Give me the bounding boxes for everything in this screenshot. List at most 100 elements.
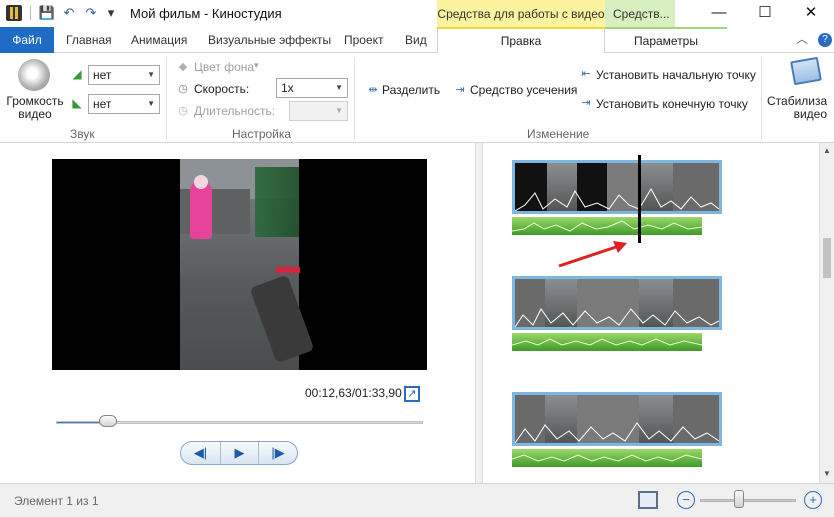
audio-track-1[interactable] [512, 217, 702, 235]
fade-out-value: нет [93, 97, 112, 111]
close-button[interactable]: ✕ [788, 0, 834, 27]
scrollbar-thumb[interactable] [823, 238, 831, 278]
split-button[interactable]: Разделить [382, 83, 440, 97]
speed-icon: ◷ [178, 83, 188, 95]
seek-bar-thumb[interactable] [99, 415, 117, 427]
group-separator [166, 57, 167, 139]
fade-in-select[interactable]: нет ▼ [88, 65, 160, 85]
preview-pane: 00:12,63/01:33,90 ↗ ◀| ▶ |▶ [0, 143, 475, 483]
title-bar: 💾 ↶ ↷ ▾ Мой фильм - Киностудия Средства … [0, 0, 834, 27]
group-separator [761, 57, 762, 139]
aspect-ratio-icon[interactable] [638, 491, 658, 509]
split-icon: ⇹ [368, 84, 378, 96]
play-button[interactable]: ▶ [221, 442, 259, 464]
tab-file[interactable]: Файл [0, 27, 54, 53]
minimize-button[interactable]: — [696, 0, 742, 27]
film-app-icon[interactable] [6, 5, 22, 21]
help-icon[interactable]: ? [818, 33, 832, 47]
pane-splitter[interactable] [475, 143, 483, 483]
tab-parameters[interactable]: Параметры [605, 27, 727, 53]
timecode-display: 00:12,63/01:33,90 [305, 386, 402, 400]
tab-project[interactable]: Проект [344, 27, 384, 53]
trim-icon: ⇥ [455, 84, 465, 96]
scroll-up-icon[interactable]: ▲ [823, 146, 831, 155]
fade-in-value: нет [93, 68, 112, 82]
vertical-scrollbar[interactable]: ▲ ▼ [819, 143, 834, 483]
group-label-editing: Изменение [527, 127, 590, 141]
speed-select[interactable]: 1x ▼ [276, 78, 348, 98]
collapse-ribbon-icon[interactable]: ︿ [796, 30, 808, 47]
ribbon-tab-row: Файл Главная Анимация Визуальные эффекты… [0, 27, 834, 54]
speed-label: Скорость: [194, 82, 250, 96]
chevron-down-icon: ▼ [335, 106, 343, 115]
scroll-down-icon[interactable]: ▼ [823, 469, 831, 478]
bg-color-dropdown-icon: ▾ [254, 60, 259, 70]
audio-track-3[interactable] [512, 449, 702, 467]
duration-icon: ◷ [178, 105, 188, 117]
tab-home[interactable]: Главная [66, 27, 112, 53]
zoom-slider-thumb[interactable] [734, 490, 744, 508]
qat-dropdown-icon[interactable]: ▾ [102, 4, 120, 22]
playback-controls: ◀| ▶ |▶ [180, 441, 298, 465]
video-volume-button[interactable]: Громкость видео [6, 95, 64, 121]
save-icon[interactable]: 💾 [38, 4, 56, 22]
stabilization-button[interactable]: Стабилиза видео [767, 95, 827, 121]
media-tools-context-tab: Средств... [605, 0, 675, 27]
qat-separator [30, 6, 31, 20]
group-label-sound: Звук [70, 127, 95, 141]
paint-bucket-icon: ◆ [178, 61, 188, 73]
trim-tool-button[interactable]: Средство усечения [470, 83, 577, 97]
fullscreen-preview-button[interactable]: ↗ [404, 386, 420, 402]
group-label-settings: Настройка [232, 127, 292, 141]
tab-edit[interactable]: Правка [437, 27, 605, 54]
fade-out-select[interactable]: нет ▼ [88, 94, 160, 114]
set-end-icon: ⇥ [581, 97, 591, 109]
clip-waveform [515, 188, 719, 211]
speed-value: 1x [281, 81, 294, 95]
maximize-button[interactable]: ☐ [742, 0, 788, 27]
set-start-icon: ⇤ [581, 68, 591, 80]
frame-scooter-handle [276, 267, 300, 273]
chevron-down-icon: ▼ [147, 70, 155, 79]
chevron-down-icon: ▼ [147, 99, 155, 108]
zoom-out-icon[interactable]: − [677, 491, 695, 509]
audio-track-2[interactable] [512, 333, 702, 351]
ribbon: Громкость видео ◢ нет ▼ ◣ нет ▼ Звук ◆ Цве… [0, 53, 834, 143]
clip-waveform [515, 308, 719, 327]
stabilization-icon[interactable] [790, 56, 822, 86]
tab-view[interactable]: Вид [405, 27, 427, 53]
frame-child [190, 181, 212, 239]
zoom-slider[interactable] [700, 499, 796, 502]
background-color-button[interactable]: Цвет фона [194, 60, 254, 74]
fade-in-icon: ◢ [72, 67, 82, 81]
status-bar: Элемент 1 из 1 − + [0, 483, 834, 517]
duration-label: Длительность: [194, 104, 276, 118]
duration-select[interactable]: ▼ [289, 101, 348, 121]
element-count: Элемент 1 из 1 [14, 494, 99, 508]
video-frame-image [180, 159, 315, 370]
playhead-marker[interactable] [638, 155, 641, 243]
video-clip-3[interactable] [512, 392, 722, 446]
set-end-point-button[interactable]: Установить конечную точку [596, 97, 748, 111]
fade-out-icon: ◣ [72, 96, 82, 110]
video-preview[interactable] [52, 159, 427, 370]
speaker-icon[interactable] [18, 59, 50, 91]
set-start-point-button[interactable]: Установить начальную точку [596, 68, 756, 82]
audio-waveform [512, 220, 702, 232]
undo-icon[interactable]: ↶ [60, 4, 78, 22]
tab-visual-effects[interactable]: Визуальные эффекты [208, 27, 331, 53]
next-frame-button[interactable]: |▶ [259, 442, 297, 464]
tab-animation[interactable]: Анимация [131, 27, 187, 53]
annotation-red-arrow [558, 241, 627, 268]
clip-waveform [515, 422, 719, 443]
zoom-in-icon[interactable]: + [804, 491, 822, 509]
redo-icon[interactable]: ↷ [82, 4, 100, 22]
group-separator [354, 57, 355, 139]
video-clip-2[interactable] [512, 276, 722, 330]
chevron-down-icon: ▼ [335, 83, 343, 92]
video-clip-1[interactable] [512, 160, 722, 214]
previous-frame-button[interactable]: ◀| [181, 442, 221, 464]
window-title: Мой фильм - Киностудия [130, 6, 282, 21]
audio-waveform [512, 454, 702, 462]
audio-waveform [512, 338, 702, 346]
